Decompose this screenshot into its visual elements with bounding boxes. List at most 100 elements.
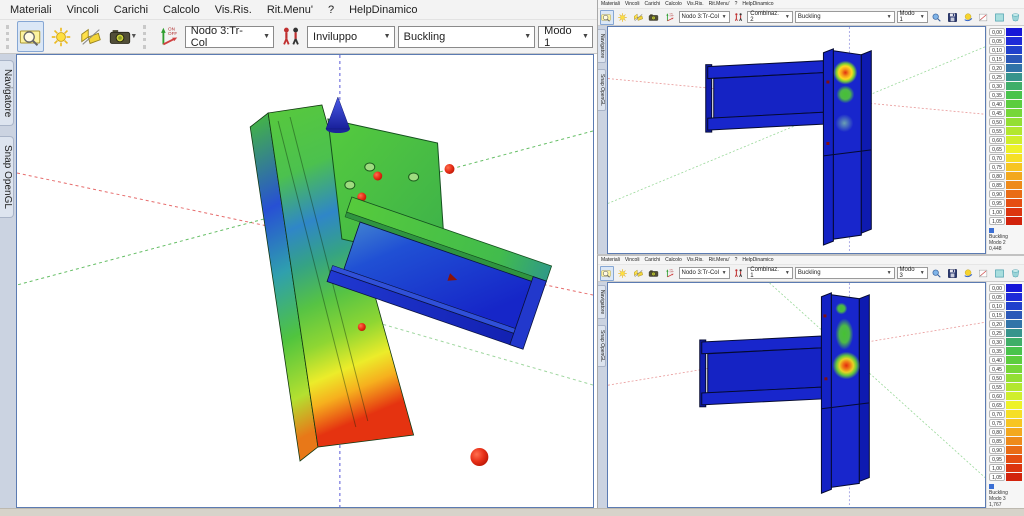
- side-tab-snap-opengl[interactable]: Snap OpenGL: [598, 69, 606, 111]
- axes-toggle-button[interactable]: [663, 266, 677, 281]
- menu-item-vis-ris-[interactable]: Vis.Ris.: [687, 257, 704, 263]
- save-button[interactable]: [945, 266, 959, 281]
- menu-item-materiali[interactable]: Materiali: [601, 257, 620, 263]
- menu-item-vincoli[interactable]: Vincoli: [625, 1, 640, 7]
- legend-row: 0,45: [989, 365, 1022, 373]
- legend-color-cell: [1006, 100, 1022, 108]
- menu-item-calcolo[interactable]: Calcolo: [163, 4, 200, 16]
- viewport-3d-main[interactable]: [16, 54, 594, 508]
- mode-combobox[interactable]: Modo 1▼: [538, 26, 593, 48]
- zoom-lens-button[interactable]: [930, 10, 944, 25]
- snapshot-button[interactable]: ▼: [107, 21, 138, 52]
- light-button[interactable]: [616, 10, 630, 25]
- node-combobox[interactable]: Nodo 3:Tr-Col▼: [185, 26, 274, 48]
- menu-item-materiali[interactable]: Materiali: [10, 4, 52, 16]
- viewport-3d-bottom-right[interactable]: [607, 282, 986, 508]
- side-tab-navigatore[interactable]: Navigatore: [0, 60, 14, 126]
- load-figures-button[interactable]: [732, 266, 746, 281]
- legend-handle[interactable]: [989, 484, 994, 489]
- render-faces-button[interactable]: [631, 266, 645, 281]
- lamp-button[interactable]: [961, 10, 975, 25]
- zoom-window-button[interactable]: [17, 21, 44, 52]
- side-tab-navigatore[interactable]: Navigatore: [598, 285, 606, 319]
- menu-item-carichi[interactable]: Carichi: [645, 257, 661, 263]
- axes-toggle-button[interactable]: [663, 10, 677, 25]
- lamp-button[interactable]: [961, 266, 975, 281]
- side-tabstrip: Navigatore Snap OpenGL: [0, 54, 16, 508]
- menu-item-helpdinamico[interactable]: HelpDinamico: [349, 4, 417, 16]
- light-button[interactable]: [616, 266, 630, 281]
- edit-button[interactable]: [977, 10, 991, 25]
- node-combobox[interactable]: Nodo 3:Tr-Col▼: [679, 11, 730, 23]
- menu-item--[interactable]: ?: [735, 257, 738, 263]
- menu-item--[interactable]: ?: [735, 1, 738, 7]
- mode-combobox[interactable]: Modo 1▼: [897, 11, 928, 23]
- snapshot-button[interactable]: [647, 266, 661, 281]
- envelope-combobox[interactable]: Inviluppo▼: [307, 26, 395, 48]
- save-button[interactable]: [945, 10, 959, 25]
- snapshot-dropdown-arrow[interactable]: ▼: [130, 33, 137, 40]
- edit-button[interactable]: [977, 266, 991, 281]
- menu-item-vis-ris-[interactable]: Vis.Ris.: [215, 4, 252, 16]
- menu-item-calcolo[interactable]: Calcolo: [665, 1, 682, 7]
- side-tab-navigatore[interactable]: Navigatore: [598, 29, 606, 63]
- viewport-3d-top-right[interactable]: [607, 26, 986, 254]
- zoom-lens-button[interactable]: [930, 266, 944, 281]
- snapshot-button[interactable]: [647, 10, 661, 25]
- menu-item-rit-menu-[interactable]: Rit.Menu': [709, 1, 730, 7]
- legend-value-label: 0,50: [989, 118, 1005, 126]
- result-combobox[interactable]: Buckling▼: [398, 26, 536, 48]
- result-combobox[interactable]: Buckling▼: [795, 267, 895, 279]
- legend-value-label: 0,45: [989, 109, 1005, 117]
- light-button[interactable]: [47, 21, 74, 52]
- menu-item-rit-menu-[interactable]: Rit.Menu': [709, 257, 730, 263]
- legend-row: 0,30: [989, 338, 1022, 346]
- legend-color-cell: [1006, 302, 1022, 310]
- zoom-window-button[interactable]: [600, 266, 614, 281]
- menu-item--[interactable]: ?: [328, 4, 334, 16]
- legend-handle[interactable]: [989, 228, 994, 233]
- legend-row: 0,25: [989, 73, 1022, 81]
- menu-item-carichi[interactable]: Carichi: [645, 1, 661, 7]
- menu-item-materiali[interactable]: Materiali: [601, 1, 620, 7]
- node-combobox[interactable]: Nodo 3:Tr-Col▼: [679, 267, 730, 279]
- legend-color-cell: [1006, 91, 1022, 99]
- render-faces-button[interactable]: [77, 21, 104, 52]
- bucket-button[interactable]: [1008, 10, 1022, 25]
- side-tab-snap-opengl[interactable]: Snap OpenGL: [0, 136, 14, 218]
- menu-item-vincoli[interactable]: Vincoli: [625, 257, 640, 263]
- render-faces-button[interactable]: [631, 10, 645, 25]
- menu-item-calcolo[interactable]: Calcolo: [665, 257, 682, 263]
- bucket-button[interactable]: [1008, 266, 1022, 281]
- legend-scale: 0,000,050,100,150,200,250,300,350,400,45…: [989, 28, 1022, 226]
- combination-combobox[interactable]: Combinaz. 2▼: [747, 11, 793, 23]
- result-combobox-value: Buckling: [798, 270, 821, 276]
- legend-color-cell: [1006, 73, 1022, 81]
- load-figures-button[interactable]: [277, 21, 304, 52]
- legend-value-label: 0,00: [989, 28, 1005, 36]
- buckling-hotspot: [835, 114, 853, 132]
- menu-item-vincoli[interactable]: Vincoli: [67, 4, 99, 16]
- toolbar-grip[interactable]: [143, 25, 149, 49]
- application-window: Materiali Vincoli Carichi Calcolo Vis.Ris. Ri…: [0, 0, 1024, 516]
- menu-item-rit-menu-[interactable]: Rit.Menu': [267, 4, 313, 16]
- combination-combobox[interactable]: Combinaz. 1▼: [747, 267, 793, 279]
- menu-item-carichi[interactable]: Carichi: [114, 4, 148, 16]
- legend-color-cell: [1006, 419, 1022, 427]
- toolbar-grip[interactable]: [6, 25, 12, 49]
- mode-combobox[interactable]: Modo 3▼: [897, 267, 928, 279]
- load-cone: [326, 97, 350, 129]
- panel-color-button[interactable]: [993, 10, 1007, 25]
- result-combobox[interactable]: Buckling▼: [795, 11, 895, 23]
- axes-toggle-button[interactable]: [155, 21, 182, 52]
- load-figures-button[interactable]: [732, 10, 746, 25]
- menu-item-helpdinamico[interactable]: HelpDinamico: [742, 257, 773, 263]
- menu-item-helpdinamico[interactable]: HelpDinamico: [742, 1, 773, 7]
- menu-item-vis-ris-[interactable]: Vis.Ris.: [687, 1, 704, 7]
- zoom-window-button[interactable]: [600, 10, 614, 25]
- panel-color-button[interactable]: [993, 266, 1007, 281]
- legend-color-cell: [1006, 437, 1022, 445]
- legend-color-cell: [1006, 82, 1022, 90]
- side-tab-snap-opengl[interactable]: Snap OpenGL: [598, 325, 606, 367]
- legend-value-label: 0,55: [989, 127, 1005, 135]
